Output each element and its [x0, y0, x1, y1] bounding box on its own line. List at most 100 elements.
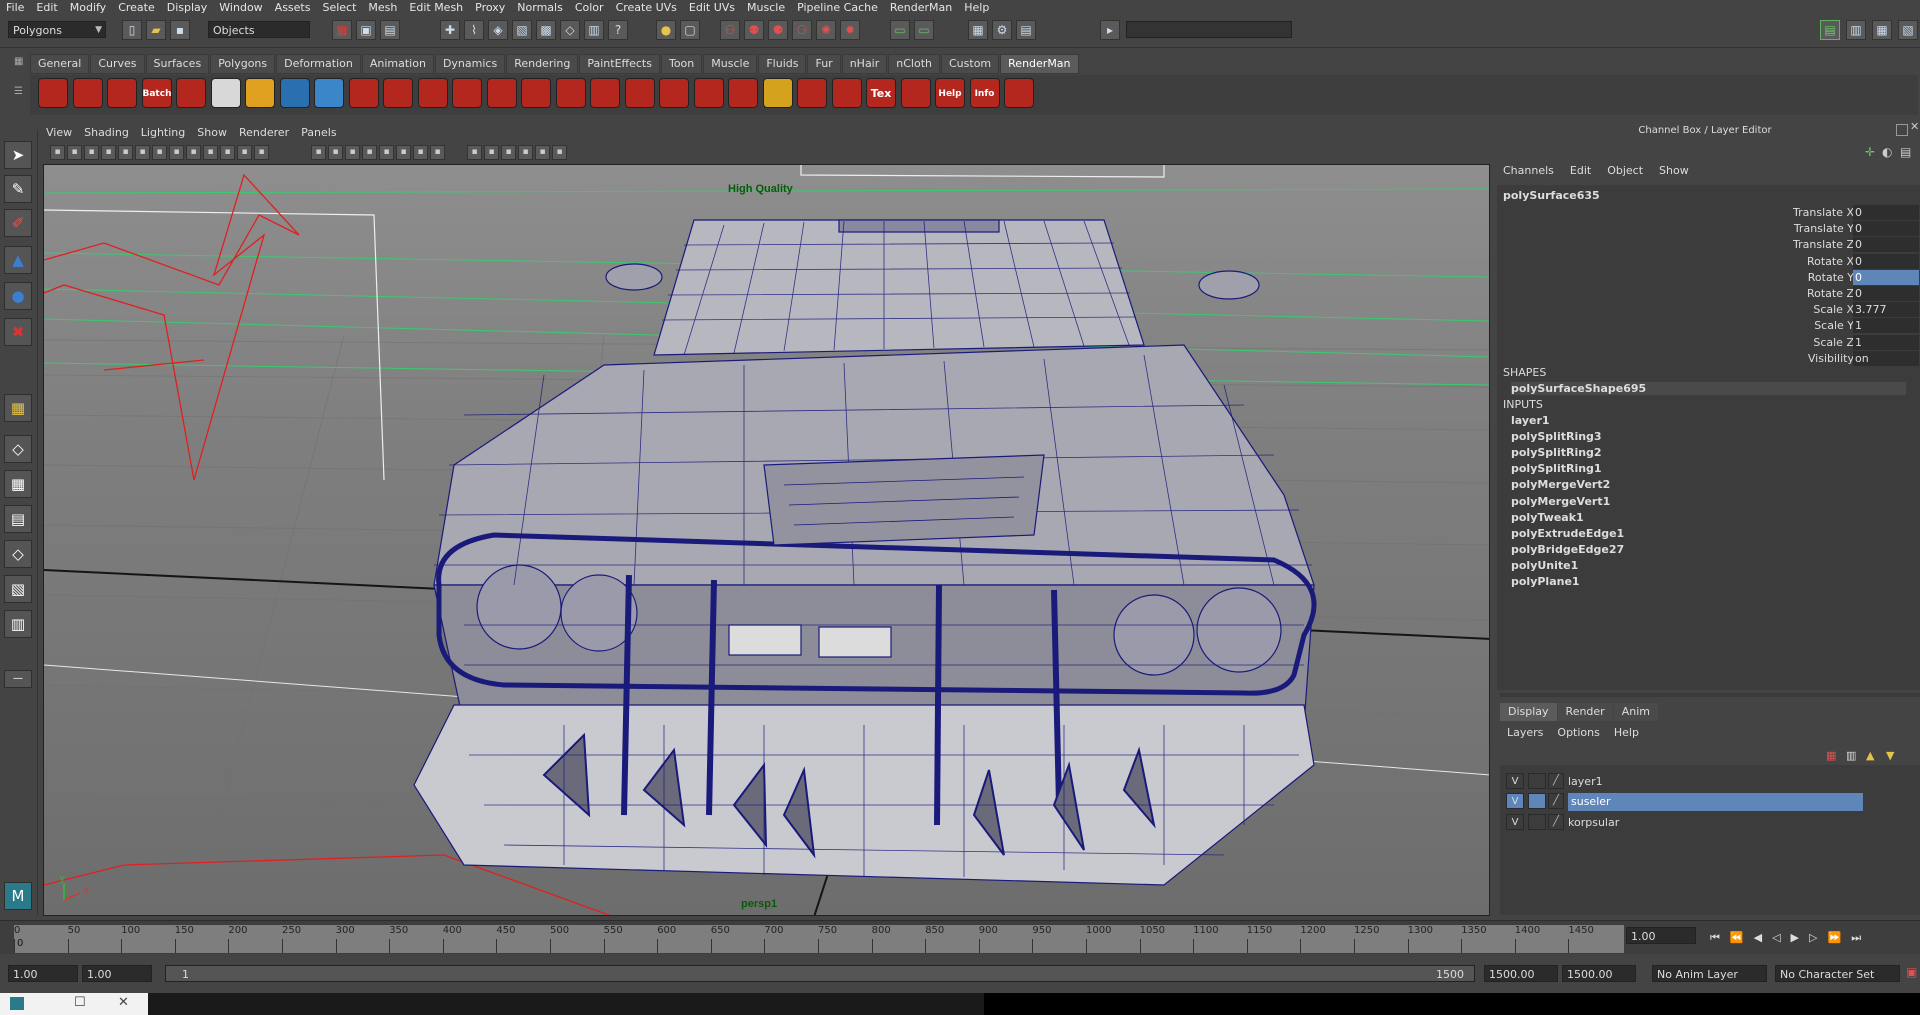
layer-row-korpsular[interactable]: V ╱ korpsular [1506, 813, 1856, 832]
grid-icon[interactable]: ▪ [152, 145, 167, 160]
channel-row-visibility[interactable]: Visibility on [1497, 350, 1920, 367]
renderman-light-icon[interactable] [245, 78, 275, 108]
scale-tool-icon[interactable]: ✖ [4, 318, 32, 346]
renderman-info-icon[interactable]: Info [969, 78, 1000, 108]
input-line-icon[interactable]: ▭ [890, 20, 910, 40]
menu-color[interactable]: Color [569, 0, 610, 15]
attribute-editor-icon[interactable]: ▦ [968, 20, 988, 40]
outliner-icon[interactable]: ▤ [1016, 20, 1036, 40]
select-component-icon[interactable]: ▤ [380, 20, 400, 40]
open-scene-icon[interactable]: ▰ [146, 20, 166, 40]
layer-color-icon[interactable]: ╱ [1548, 813, 1564, 830]
field-chart-icon[interactable]: ▪ [220, 145, 235, 160]
input-node[interactable]: polyBridgeEdge27 [1511, 543, 1624, 556]
renderman-render-icon[interactable] [38, 78, 68, 108]
channel-value[interactable]: 1 [1853, 334, 1919, 350]
layer-menu-help[interactable]: Help [1607, 724, 1646, 742]
shelf-tab-custom[interactable]: Custom [941, 54, 1000, 74]
shelf-tab-dynamics[interactable]: Dynamics [434, 54, 506, 74]
shelf-options-icon[interactable]: ☰ [14, 86, 24, 108]
menuset-dropdown[interactable]: Polygons ▼ [8, 21, 106, 38]
renderman-move-icon[interactable] [797, 78, 827, 108]
minimized-window[interactable]: ☐ ✕ [0, 993, 148, 1015]
go-to-start-icon[interactable]: ⏮ [1710, 931, 1730, 944]
renderman-eye-icon[interactable] [210, 78, 241, 108]
renderman-coin-icon[interactable] [762, 78, 793, 108]
shape-node[interactable]: polySurfaceShape695 [1511, 382, 1906, 395]
layer-tab-display[interactable]: Display [1500, 703, 1557, 721]
renderman-dial-icon[interactable] [417, 78, 448, 108]
lasso-tool-icon[interactable]: ✎ [4, 175, 32, 203]
channel-value[interactable]: 0 [1853, 286, 1919, 301]
layer-row-layer1[interactable]: V ╱ layer1 [1506, 773, 1856, 791]
antialias-icon[interactable]: ▪ [467, 145, 482, 160]
snap-face-icon[interactable]: ▥ [584, 20, 604, 40]
snap-point-icon[interactable]: ◈ [488, 20, 508, 40]
renderman-dial2-icon[interactable] [452, 78, 482, 108]
grease-pencil-icon[interactable]: ▪ [135, 145, 150, 160]
end-time-field[interactable]: 1500.00 [1562, 965, 1636, 982]
renderman-swirl-icon[interactable] [624, 78, 655, 108]
shelf-tab-painteffects[interactable]: PaintEffects [579, 54, 660, 74]
show-manipulator-icon[interactable]: ▦ [4, 394, 32, 422]
anim-layer-dropdown[interactable]: No Anim Layer [1652, 965, 1767, 982]
layer-template-toggle[interactable] [1528, 793, 1546, 810]
maya-logo-icon[interactable]: M [4, 882, 32, 910]
channel-row-scale-y[interactable]: Scale Y1 [1497, 318, 1920, 334]
viewport-menu-show[interactable]: Show [191, 125, 233, 141]
persp-outliner-icon[interactable]: ▤ [4, 505, 32, 533]
film-gate-icon[interactable]: ▪ [169, 145, 184, 160]
shelf-tab-nhair[interactable]: nHair [841, 54, 888, 74]
renderman-cube-icon[interactable] [831, 78, 862, 108]
shelf-tab-curves[interactable]: Curves [90, 54, 145, 74]
menu-file[interactable]: File [0, 0, 30, 15]
channel-value[interactable]: 0 [1853, 205, 1919, 220]
channel-box-toggle-icon[interactable]: ▭ [914, 20, 934, 40]
input-node[interactable]: polyMergeVert1 [1511, 495, 1610, 508]
quick-select-field[interactable] [1126, 21, 1292, 38]
shelf-menu-icon[interactable]: ▦ [14, 56, 24, 67]
menu-create-uvs[interactable]: Create UVs [610, 0, 683, 15]
render-settings-icon[interactable]: ⚆ [792, 20, 812, 40]
select-highlight-icon[interactable]: ▢ [680, 20, 700, 40]
paint-select-icon[interactable]: ✐ [4, 209, 32, 237]
float-panel-icon[interactable] [1896, 124, 1908, 136]
menu-pipeline-cache[interactable]: Pipeline Cache [791, 0, 884, 15]
smooth-shade-icon[interactable]: ▪ [328, 145, 343, 160]
layer-name[interactable]: korpsular [1568, 814, 1619, 832]
renderman-clapper-icon[interactable] [72, 78, 103, 108]
lock-icon[interactable]: ● [656, 20, 676, 40]
hypershade-layout-icon[interactable]: ▧ [4, 575, 32, 603]
ambient-occlusion-icon[interactable]: ▪ [413, 145, 428, 160]
play-back-icon[interactable]: ◁ [1772, 931, 1790, 944]
shelf-tab-toon[interactable]: Toon [660, 54, 703, 74]
channel-menu-edit[interactable]: Edit [1562, 162, 1599, 180]
input-node[interactable]: polyUnite1 [1511, 559, 1578, 572]
renderman-batch-icon[interactable]: Batch [141, 78, 172, 108]
snap-grid-icon[interactable]: ✚ [440, 20, 460, 40]
menu-edit[interactable]: Edit [30, 0, 63, 15]
layer-up-icon[interactable]: ▲ [1866, 749, 1874, 762]
step-forward-key-icon[interactable]: ⏩ [1827, 931, 1851, 944]
renderman-zoom-icon[interactable] [693, 78, 724, 108]
shelf-tab-rendering[interactable]: Rendering [506, 54, 579, 74]
four-pane-icon[interactable]: ▦ [4, 470, 32, 498]
playback-end-field[interactable]: 1500.00 [1484, 965, 1558, 982]
channel-value[interactable]: 1 [1853, 318, 1919, 334]
channel-value[interactable]: 0 [1853, 237, 1919, 253]
go-to-end-icon[interactable]: ⏭ [1851, 931, 1871, 944]
panel-layout2-icon[interactable]: ▦ [1872, 20, 1892, 40]
channel-value[interactable]: 0 [1853, 269, 1919, 285]
renderman-cloth-icon[interactable] [555, 78, 586, 108]
viewport-menu-lighting[interactable]: Lighting [135, 125, 191, 141]
menu-renderman[interactable]: RenderMan [884, 0, 958, 15]
xray-joints-icon[interactable]: ▪ [535, 145, 550, 160]
menu-assets[interactable]: Assets [269, 0, 317, 15]
select-tool-icon[interactable]: ➤ [4, 141, 32, 169]
select-hierarchy-icon[interactable]: ▦ [332, 20, 352, 40]
channel-value[interactable]: 0 [1853, 221, 1919, 237]
layer-row-suseler[interactable]: V ╱ suseler [1506, 793, 1863, 812]
history-icon[interactable]: ⚇ [720, 20, 740, 40]
image-plane-icon[interactable]: ▪ [101, 145, 116, 160]
layer-template-toggle[interactable] [1528, 813, 1546, 830]
